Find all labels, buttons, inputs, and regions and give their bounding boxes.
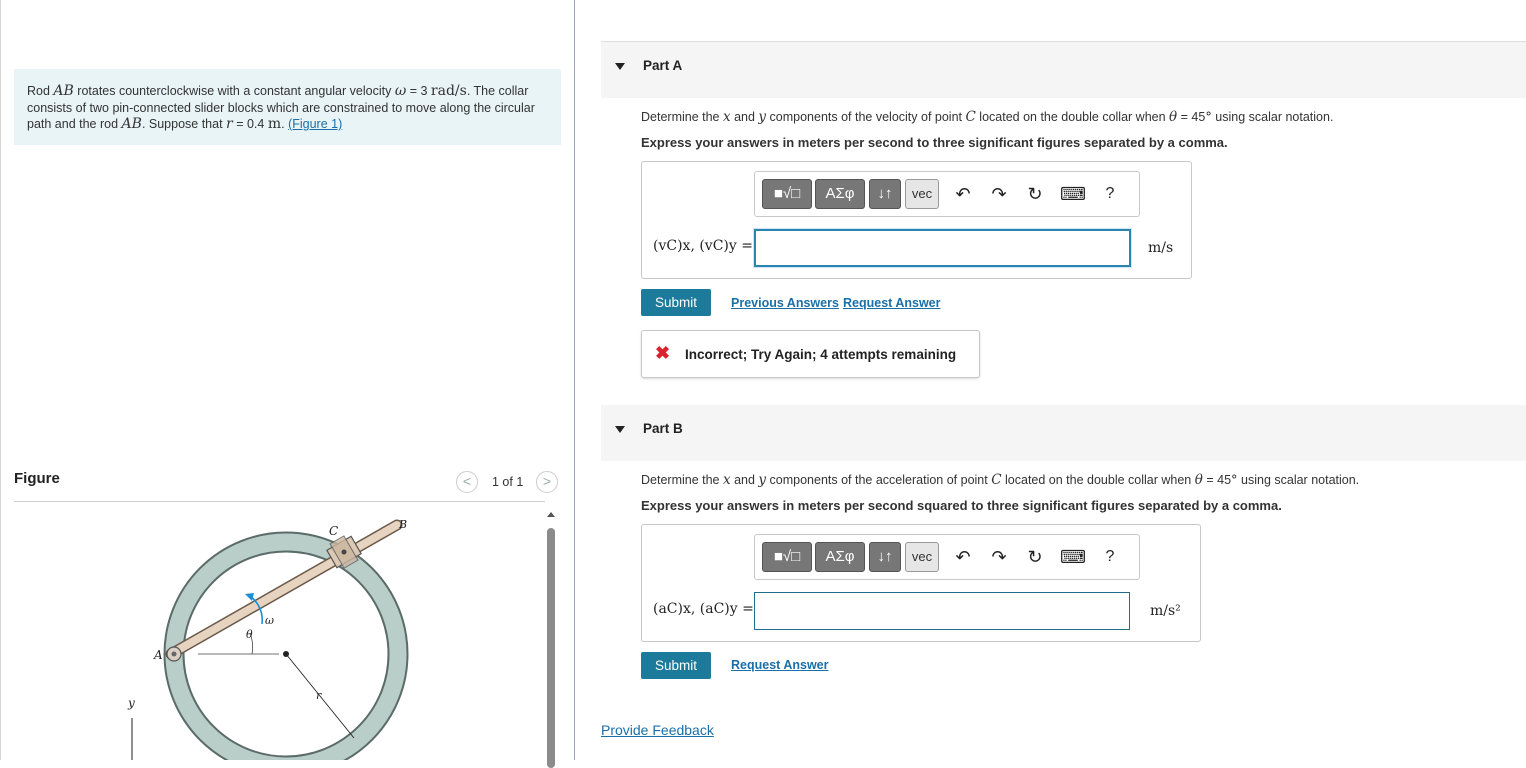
omega-arrowhead <box>245 593 254 601</box>
label-a: A <box>153 648 163 662</box>
templates-button[interactable]: ■√□ <box>762 179 812 209</box>
subscript-superscript-button[interactable]: ↓↑ <box>869 179 901 209</box>
part-a-question: Determine the x and y components of the … <box>641 109 1334 125</box>
keyboard-icon[interactable]: ⌨ <box>1060 182 1086 206</box>
reset-icon[interactable]: ↻ <box>1023 182 1047 206</box>
greek-symbols-button[interactable]: ΑΣφ <box>815 179 865 209</box>
label-r: r <box>316 689 322 702</box>
collapse-triangle-icon[interactable] <box>615 63 625 70</box>
part-b-instruction: Express your answers in meters per secon… <box>641 498 1282 513</box>
part-b-request-answer-link[interactable]: Request Answer <box>731 658 828 672</box>
figure-link[interactable]: (Figure 1) <box>288 117 342 131</box>
subscript-superscript-button[interactable]: ↓↑ <box>869 542 901 572</box>
part-b-question: Determine the x and y components of the … <box>641 472 1360 488</box>
redo-icon[interactable]: ↷ <box>987 545 1011 569</box>
part-a-feedback: ✖ Incorrect; Try Again; 4 attempts remai… <box>641 330 980 378</box>
help-icon[interactable]: ? <box>1098 545 1122 569</box>
part-b-answer-label: (aC)x, (aC)y = <box>653 601 754 617</box>
figure-title: Figure <box>14 470 60 487</box>
part-b-header[interactable]: Part B <box>601 405 1526 461</box>
provide-feedback-link[interactable]: Provide Feedback <box>601 722 714 738</box>
part-a-math-toolbar: ■√□ ΑΣφ ↓↑ vec ↶ ↷ ↻ ⌨ ? <box>754 171 1140 217</box>
vector-button[interactable]: vec <box>905 542 939 572</box>
figure-pager: < 1 of 1 > <box>456 470 562 494</box>
problem-statement: Rod AB rotates counterclockwise with a c… <box>14 69 561 145</box>
reset-icon[interactable]: ↻ <box>1023 545 1047 569</box>
part-a-answer-label: (vC)x, (vC)y = <box>653 238 753 254</box>
figure-page-count: 1 of 1 <box>492 475 524 489</box>
part-b-math-toolbar: ■√□ ΑΣφ ↓↑ vec ↶ ↷ ↻ ⌨ ? <box>754 534 1140 580</box>
scrollbar-thumb[interactable] <box>547 528 555 768</box>
prev-figure-button[interactable]: < <box>456 471 478 493</box>
keyboard-icon[interactable]: ⌨ <box>1060 545 1086 569</box>
part-a-instruction: Express your answers in meters per secon… <box>641 135 1228 150</box>
figure-scrollbar[interactable] <box>545 506 557 768</box>
label-theta: θ <box>246 628 253 641</box>
part-a-request-answer-link[interactable]: Request Answer <box>843 296 940 310</box>
undo-icon[interactable]: ↶ <box>951 182 975 206</box>
part-b-answer-input[interactable] <box>754 592 1130 630</box>
label-c: C <box>329 524 338 538</box>
greek-symbols-button[interactable]: ΑΣφ <box>815 542 865 572</box>
feedback-message: Incorrect; Try Again; 4 attempts remaini… <box>685 347 957 362</box>
panel-divider <box>574 0 575 760</box>
part-a-header[interactable]: Part A <box>601 41 1526 98</box>
templates-button[interactable]: ■√□ <box>762 542 812 572</box>
redo-icon[interactable]: ↷ <box>987 182 1011 206</box>
part-b-unit: m/s² <box>1150 603 1181 619</box>
figure-divider <box>14 501 545 502</box>
part-a-unit: m/s <box>1148 240 1174 256</box>
label-omega: ω <box>265 614 274 627</box>
part-b-submit-button[interactable]: Submit <box>641 652 711 679</box>
incorrect-icon: ✖ <box>655 343 671 363</box>
scroll-up-icon[interactable] <box>547 512 555 517</box>
label-b: B <box>398 518 407 531</box>
previous-answers-link[interactable]: Previous Answers <box>731 296 839 310</box>
help-icon[interactable]: ? <box>1098 182 1122 206</box>
part-b-title: Part B <box>643 421 683 436</box>
label-y: y <box>127 696 135 710</box>
part-b-answer-box: ■√□ ΑΣφ ↓↑ vec ↶ ↷ ↻ ⌨ ? (aC)x, (aC)y = … <box>641 524 1201 642</box>
collapse-triangle-icon[interactable] <box>615 426 625 433</box>
part-a-answer-input[interactable] <box>754 229 1131 267</box>
part-a-title: Part A <box>643 58 683 73</box>
undo-icon[interactable]: ↶ <box>951 545 975 569</box>
part-a-answer-box: ■√□ ΑΣφ ↓↑ vec ↶ ↷ ↻ ⌨ ? (vC)x, (vC)y = … <box>641 161 1192 279</box>
next-figure-button[interactable]: > <box>536 471 558 493</box>
pin-a-center <box>171 651 177 657</box>
part-a-submit-button[interactable]: Submit <box>641 289 711 316</box>
figure-diagram: A B C ω θ r y <box>127 518 409 760</box>
vector-button[interactable]: vec <box>905 179 939 209</box>
